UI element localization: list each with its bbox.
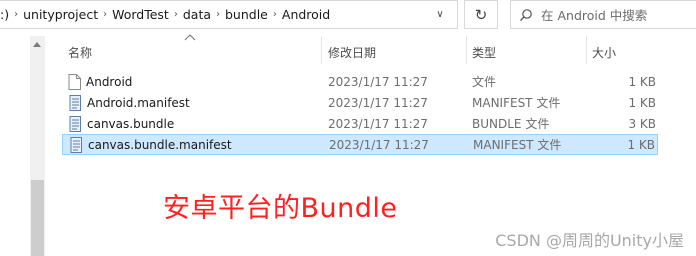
file-size: 3 KB xyxy=(628,116,656,131)
address-bar[interactable]: :) › unityproject › WordTest › data › bu… xyxy=(0,0,458,29)
breadcrumb-android[interactable]: Android xyxy=(282,1,330,28)
file-size: 1 KB xyxy=(628,95,656,110)
search-icon xyxy=(511,8,541,22)
file-date: 2023/1/17 11:27 xyxy=(328,116,428,131)
file-type: 文件 xyxy=(472,75,497,89)
file-date: 2023/1/17 11:27 xyxy=(328,95,428,110)
chevron-right-icon[interactable]: › xyxy=(268,9,282,20)
file-name-cell[interactable]: canvas.bundle.manifest xyxy=(69,135,232,154)
file-row[interactable]: canvas.bundle 2023/1/17 11:27 BUNDLE 文件 … xyxy=(62,113,658,134)
breadcrumb-bundle[interactable]: bundle xyxy=(225,1,268,28)
refresh-icon: ↻ xyxy=(474,5,488,24)
chevron-right-icon[interactable]: › xyxy=(98,9,112,20)
nav-pane-scrollbar[interactable] xyxy=(30,36,45,256)
file-row-selected[interactable]: canvas.bundle.manifest 2023/1/17 11:27 M… xyxy=(62,134,658,155)
scroll-up-arrow-icon[interactable] xyxy=(33,42,41,47)
watermark: CSDN @周周的Unity小屋 xyxy=(495,231,684,250)
search-placeholder: 在 Android 中搜索 xyxy=(541,8,648,23)
column-header-type[interactable]: 类型 xyxy=(472,42,496,62)
file-date: 2023/1/17 11:27 xyxy=(329,137,429,152)
file-type: MANIFEST 文件 xyxy=(473,138,562,152)
generic-file-icon xyxy=(68,115,82,132)
file-date: 2023/1/17 11:27 xyxy=(328,74,428,89)
generic-file-icon xyxy=(68,94,82,111)
column-header-date[interactable]: 修改日期 xyxy=(328,42,376,62)
chevron-right-icon[interactable]: › xyxy=(169,9,183,20)
file-name: Android xyxy=(86,74,133,89)
file-size: 1 KB xyxy=(627,137,655,152)
file-name-cell[interactable]: Android.manifest xyxy=(68,92,190,113)
column-divider[interactable] xyxy=(321,36,322,64)
column-header-name[interactable]: 名称 xyxy=(68,42,92,62)
scrollbar-thumb[interactable] xyxy=(31,180,44,256)
file-name: canvas.bundle.manifest xyxy=(88,137,232,152)
refresh-button[interactable]: ↻ xyxy=(464,0,498,29)
chevron-right-icon[interactable]: › xyxy=(211,9,225,20)
breadcrumb-unityproject[interactable]: unityproject xyxy=(23,1,98,28)
file-type: MANIFEST 文件 xyxy=(472,96,561,110)
file-row[interactable]: Android 2023/1/17 11:27 文件 1 KB xyxy=(62,71,658,92)
breadcrumb-root[interactable]: :) xyxy=(0,1,9,28)
blank-file-icon xyxy=(68,73,81,90)
chevron-down-icon[interactable]: ∨ xyxy=(423,1,457,28)
search-input[interactable]: 在 Android 中搜索 xyxy=(510,0,696,29)
file-type: BUNDLE 文件 xyxy=(472,117,550,131)
file-size: 1 KB xyxy=(628,74,656,89)
breadcrumb-data[interactable]: data xyxy=(183,1,211,28)
file-name-cell[interactable]: canvas.bundle xyxy=(68,113,174,134)
annotation-text: 安卓平台的Bundle xyxy=(163,193,398,224)
column-divider[interactable] xyxy=(466,36,467,64)
file-name: canvas.bundle xyxy=(87,116,175,131)
sort-ascending-icon xyxy=(184,34,196,41)
file-name: Android.manifest xyxy=(87,95,190,110)
file-row[interactable]: Android.manifest 2023/1/17 11:27 MANIFES… xyxy=(62,92,658,113)
file-name-cell[interactable]: Android xyxy=(68,71,132,92)
generic-file-icon xyxy=(69,136,83,153)
chevron-right-icon[interactable]: › xyxy=(9,9,23,20)
breadcrumb-wordtest[interactable]: WordTest xyxy=(112,1,169,28)
column-divider[interactable] xyxy=(586,36,587,64)
column-header-size[interactable]: 大小 xyxy=(592,42,616,62)
